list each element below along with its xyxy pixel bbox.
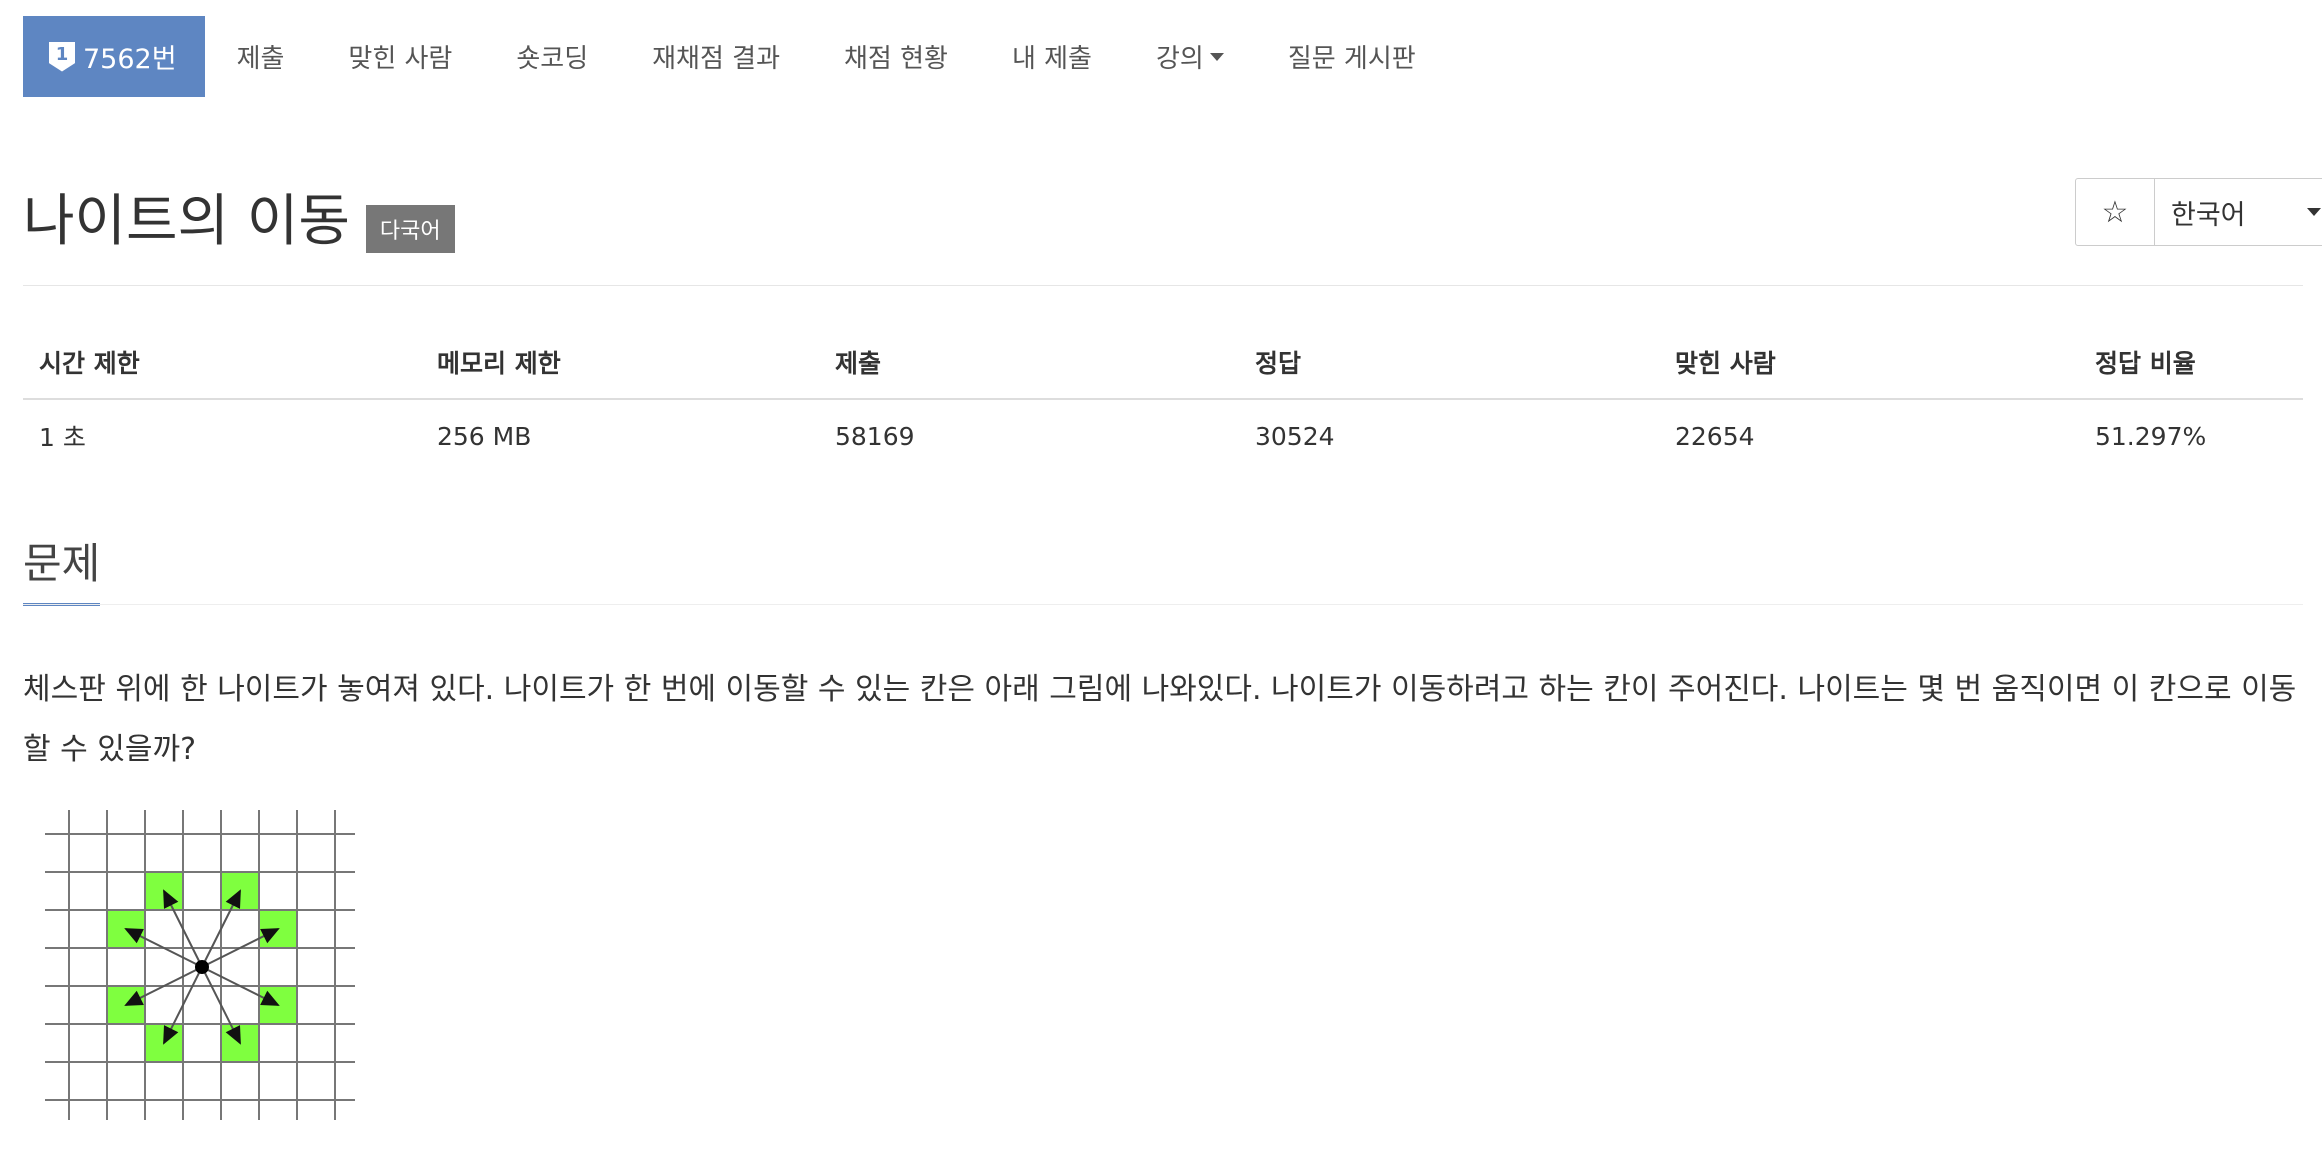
- header-solved-users: 맞힌 사람: [1659, 332, 2079, 400]
- cell-memory-limit: 256 MB: [437, 421, 532, 451]
- tab-short-coding[interactable]: 숏코딩: [484, 16, 620, 97]
- tab-submit[interactable]: 제출: [205, 16, 317, 97]
- table-row: 1 초 256 MB 58169 30524 22654 51.297%: [23, 399, 2303, 472]
- divider: [23, 604, 2303, 605]
- language-label: 한국어: [2171, 199, 2246, 231]
- divider: [23, 285, 2303, 286]
- star-button[interactable]: ☆: [2076, 179, 2155, 245]
- tab-my-submissions[interactable]: 내 제출: [980, 16, 1124, 97]
- tab-problem-number[interactable]: 1 7562번: [23, 16, 205, 97]
- tab-lecture-label: 강의: [1155, 44, 1204, 74]
- section-title: 문제: [23, 530, 101, 606]
- title-actions: ☆ 한국어: [2075, 178, 2322, 246]
- knight-moves-figure: [45, 810, 355, 1120]
- multilingual-badge: 다국어: [365, 204, 455, 253]
- page-title: 나이트의 이동: [23, 189, 350, 254]
- problem-number: 7562번: [83, 44, 177, 75]
- tab-status[interactable]: 채점 현황: [812, 16, 980, 97]
- header-memory-limit: 메모리 제한: [421, 332, 819, 400]
- problem-badge-icon: 1: [49, 41, 75, 72]
- chevron-down-icon: [2307, 208, 2321, 216]
- header-accept-ratio: 정답 비율: [2079, 332, 2303, 400]
- tab-lecture-dropdown[interactable]: 강의: [1124, 16, 1256, 97]
- header-submissions: 제출: [819, 332, 1239, 400]
- table-header-row: 시간 제한 메모리 제한 제출 정답 맞힌 사람 정답 비율: [23, 332, 2303, 400]
- problem-description: 체스판 위에 한 나이트가 놓여져 있다. 나이트가 한 번에 이동할 수 있는…: [23, 672, 2297, 767]
- cell-accepted: 30524: [1255, 421, 1335, 451]
- tab-solved-users[interactable]: 맞힌 사람: [316, 16, 484, 97]
- cell-submissions: 58169: [835, 421, 915, 451]
- header-time-limit: 시간 제한: [23, 332, 421, 400]
- cell-accept-ratio: 51.297%: [2095, 421, 2207, 451]
- tab-rejudge-results[interactable]: 재채점 결과: [620, 16, 812, 97]
- tab-qna-board[interactable]: 질문 게시판: [1256, 16, 1448, 97]
- cell-solved-users: 22654: [1675, 421, 1755, 451]
- knight-position-icon: [195, 960, 209, 974]
- language-dropdown[interactable]: 한국어: [2155, 179, 2322, 245]
- cell-time-limit: 1 초: [39, 423, 86, 452]
- page: 1 7562번 제출 맞힌 사람 숏코딩 재채점 결과 채점 현황 내 제출 강…: [0, 0, 2322, 1168]
- problem-nav: 1 7562번 제출 맞힌 사람 숏코딩 재채점 결과 채점 현황 내 제출 강…: [23, 16, 1448, 97]
- star-icon: ☆: [2101, 194, 2129, 230]
- problem-info-table: 시간 제한 메모리 제한 제출 정답 맞힌 사람 정답 비율 1 초 256 M…: [23, 332, 2303, 472]
- header-accepted: 정답: [1239, 332, 1659, 400]
- problem-title-row: 나이트의 이동 다국어: [23, 176, 455, 257]
- chevron-down-icon: [1209, 52, 1224, 61]
